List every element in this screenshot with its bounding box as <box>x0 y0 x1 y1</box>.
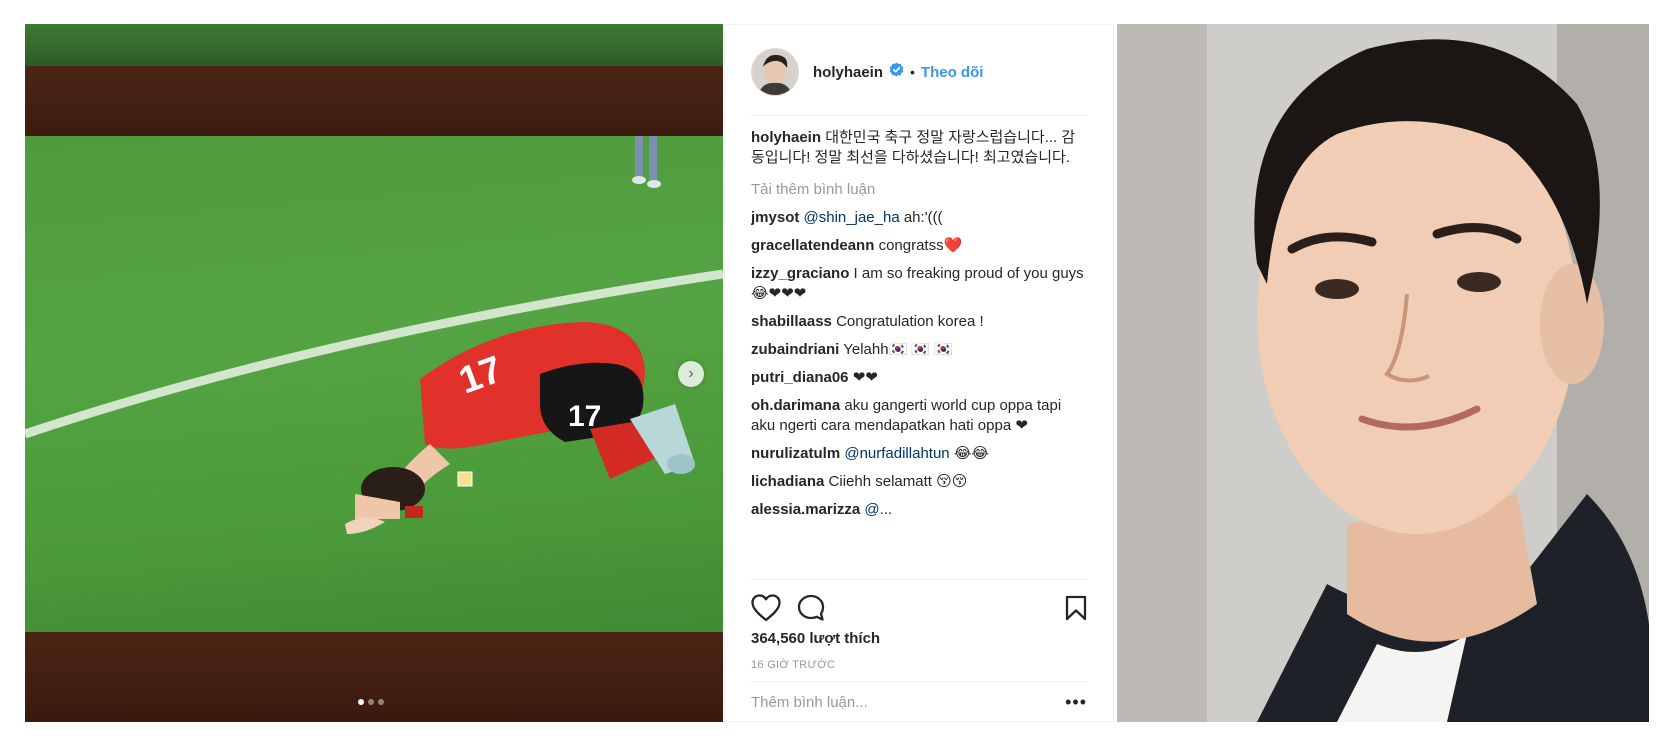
comment-username[interactable]: nurulizatulm <box>751 445 840 462</box>
comment-item: izzy_graciano I am so freaking proud of … <box>751 264 1087 304</box>
like-count[interactable]: 364,560 lượt thích <box>751 630 880 647</box>
post-header: holyhaein • Theo dõi <box>751 47 1087 116</box>
comment-username[interactable]: oh.darimana <box>751 397 840 414</box>
comment-text: Yelahh🇰🇷 🇰🇷 🇰🇷 <box>843 341 953 358</box>
comment-text: ❤❤ <box>852 369 878 386</box>
follow-button[interactable]: Theo dõi <box>921 64 984 81</box>
comment-text: Congratulation korea ! <box>836 313 984 330</box>
comment-mention[interactable]: @... <box>864 501 892 518</box>
comment-text: ah:'((( <box>903 209 943 226</box>
comment-item: putri_diana06 ❤❤ <box>751 368 1087 388</box>
comment-username[interactable]: lichadiana <box>751 473 824 490</box>
comment-text: Ciiehh selamatt 😚😚 <box>828 473 968 490</box>
next-slide-button[interactable]: › <box>678 361 704 387</box>
post-caption: holyhaein 대한민국 축구 정말 자랑스럽습니다... 감동입니다! 정… <box>751 128 1087 168</box>
slide-dot[interactable] <box>378 699 384 705</box>
load-more-comments-link[interactable]: Tải thêm bình luận <box>751 180 1087 200</box>
comment-item: lichadiana Ciiehh selamatt 😚😚 <box>751 472 1087 492</box>
save-bookmark-icon[interactable] <box>1065 595 1087 621</box>
add-comment-row: ••• <box>751 681 1087 722</box>
slide-dot[interactable] <box>368 699 374 705</box>
comments-divider <box>751 579 1087 580</box>
add-comment-input[interactable] <box>751 693 1066 711</box>
comment-username[interactable]: jmysot <box>751 209 799 226</box>
comment-item: nurulizatulm @nurfadillahtun 😂😂 <box>751 444 1087 464</box>
comment-username[interactable]: alessia.marizza <box>751 501 860 518</box>
comment-text: 😂😂 <box>953 445 989 462</box>
comment-bubble-icon[interactable] <box>797 594 825 622</box>
comment-item: shabillaass Congratulation korea ! <box>751 312 1087 332</box>
slide-dot[interactable] <box>358 699 364 705</box>
post-actions <box>751 592 1087 624</box>
comments-list[interactable]: holyhaein 대한민국 축구 정말 자랑스럽습니다... 감동입니다! 정… <box>751 128 1087 580</box>
comment-username[interactable]: izzy_graciano <box>751 265 849 282</box>
header-separator: • <box>910 64 915 80</box>
post-timestamp[interactable]: 16 GIỜ TRƯỚC <box>751 659 835 671</box>
comment-username[interactable]: shabillaass <box>751 313 832 330</box>
more-options-icon[interactable]: ••• <box>1065 693 1087 711</box>
comment-username[interactable]: zubaindriani <box>751 341 839 358</box>
avatar[interactable] <box>751 48 799 96</box>
like-heart-icon[interactable] <box>751 594 781 622</box>
caption-username[interactable]: holyhaein <box>751 129 821 146</box>
comment-mention[interactable]: @nurfadillahtun <box>844 445 949 462</box>
post-panel: holyhaein • Theo dõi holyhaein 대한민국 축구 정… <box>724 24 1114 722</box>
comment-item: oh.darimana aku gangerti world cup oppa … <box>751 396 1087 436</box>
football-player-illustration: 17 17 <box>25 136 723 534</box>
comment-item: zubaindriani Yelahh🇰🇷 🇰🇷 🇰🇷 <box>751 340 1087 360</box>
comment-item: jmysot @shin_jae_ha ah:'((( <box>751 208 1087 228</box>
verified-badge-icon <box>889 62 904 82</box>
comment-mention[interactable]: @shin_jae_ha <box>804 209 900 226</box>
comment-item: alessia.marizza @... <box>751 500 1087 520</box>
comment-username[interactable]: putri_diana06 <box>751 369 849 386</box>
comment-item: gracellatendeann congratss❤️ <box>751 236 1087 256</box>
slide-indicator <box>358 699 384 705</box>
comment-text: congratss❤️ <box>878 237 963 254</box>
post-media: 17 17 › <box>25 24 723 722</box>
portrait-photo <box>1117 24 1649 722</box>
portrait-illustration <box>1117 24 1649 722</box>
post-username[interactable]: holyhaein <box>813 64 883 81</box>
avatar-image <box>752 49 798 95</box>
comment-username[interactable]: gracellatendeann <box>751 237 874 254</box>
